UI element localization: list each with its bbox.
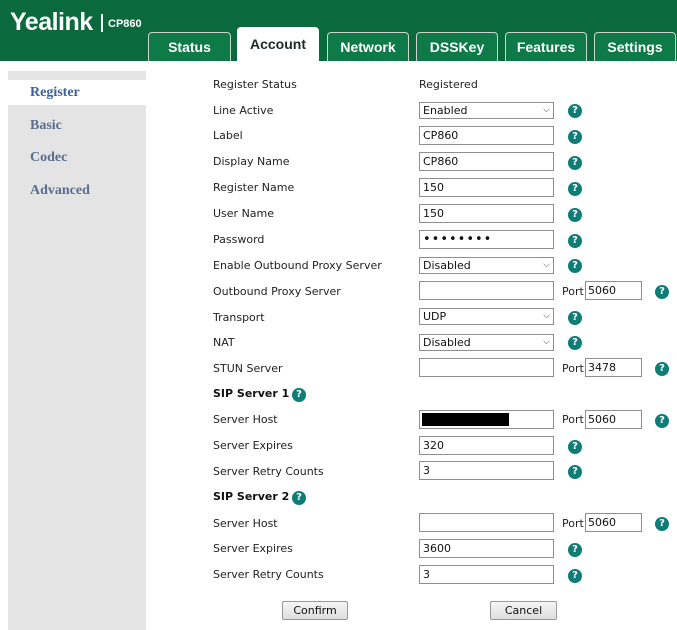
display-name-input[interactable]: CP860 [419, 152, 554, 171]
chevron-down-icon: ⌵ [543, 260, 550, 270]
tab-settings[interactable]: Settings [594, 32, 676, 61]
user-name-input[interactable]: 150 [419, 204, 554, 223]
sip2-host-input[interactable] [419, 513, 554, 532]
help-icon[interactable]: ? [568, 465, 582, 479]
sip-server-2-title: SIP Server 2 [213, 490, 290, 503]
confirm-button[interactable]: Confirm [282, 601, 348, 620]
sip2-port-input[interactable]: 5060 [585, 513, 642, 532]
register-status-label: Register Status [213, 78, 297, 91]
help-icon[interactable]: ? [292, 388, 306, 402]
help-icon[interactable]: ? [568, 156, 582, 170]
stun-server-input[interactable] [419, 358, 554, 377]
line-active-label: Line Active [213, 104, 274, 117]
logo-divider [101, 14, 103, 32]
help-icon[interactable]: ? [568, 569, 582, 583]
register-name-label: Register Name [213, 181, 295, 194]
sip2-retry-input[interactable]: 3 [419, 565, 554, 584]
help-icon[interactable]: ? [568, 182, 582, 196]
sip2-retry-label: Server Retry Counts [213, 568, 324, 581]
sip1-retry-label: Server Retry Counts [213, 465, 324, 478]
sip1-expires-label: Server Expires [213, 439, 293, 452]
redaction-bar [422, 413, 509, 426]
register-name-input[interactable]: 150 [419, 178, 554, 197]
transport-label: Transport [213, 311, 265, 324]
outbound-proxy-enable-label: Enable Outbound Proxy Server [213, 259, 382, 272]
outbound-proxy-port-input[interactable]: 5060 [585, 281, 642, 300]
sip1-host-label: Server Host [213, 413, 278, 426]
brand-logo: Yealink [10, 8, 93, 36]
sip-server-1-title: SIP Server 1 [213, 387, 290, 400]
outbound-proxy-server-label: Outbound Proxy Server [213, 285, 341, 298]
help-icon[interactable]: ? [568, 208, 582, 222]
sip1-retry-input[interactable]: 3 [419, 461, 554, 480]
help-icon[interactable]: ? [655, 517, 669, 531]
sip1-port-label: Port [562, 413, 584, 426]
top-header: Yealink CP860 Status Account Network DSS… [0, 0, 677, 61]
password-input[interactable]: •••••••• [419, 230, 554, 249]
help-icon[interactable]: ? [568, 311, 582, 325]
nav-item-advanced[interactable]: Advanced [8, 178, 146, 203]
nat-value: Disabled [423, 336, 471, 349]
help-icon[interactable]: ? [568, 543, 582, 557]
nav-item-basic[interactable]: Basic [8, 113, 146, 138]
help-icon[interactable]: ? [568, 130, 582, 144]
help-icon[interactable]: ? [568, 104, 582, 118]
transport-select[interactable]: UDP ⌵ [419, 308, 554, 325]
label-input[interactable]: CP860 [419, 126, 554, 145]
tab-dsskey[interactable]: DSSKey [416, 32, 498, 61]
tab-network[interactable]: Network [327, 32, 409, 61]
nat-label: NAT [213, 336, 235, 349]
outbound-proxy-server-input[interactable] [419, 281, 554, 300]
line-active-select[interactable]: Enabled ⌵ [419, 102, 554, 119]
cancel-button[interactable]: Cancel [490, 601, 557, 620]
outbound-proxy-enable-select[interactable]: Disabled ⌵ [419, 257, 554, 274]
outbound-proxy-enable-value: Disabled [423, 259, 471, 272]
sip2-expires-input[interactable]: 3600 [419, 539, 554, 558]
help-icon[interactable]: ? [568, 234, 582, 248]
user-name-label: User Name [213, 207, 275, 220]
tab-account[interactable]: Account [237, 27, 319, 61]
nat-select[interactable]: Disabled ⌵ [419, 334, 554, 351]
sip1-port-input[interactable]: 5060 [585, 410, 642, 429]
stun-server-label: STUN Server [213, 362, 283, 375]
sip1-expires-input[interactable]: 320 [419, 436, 554, 455]
stun-port-input[interactable]: 3478 [585, 358, 642, 377]
help-icon[interactable]: ? [655, 285, 669, 299]
help-icon[interactable]: ? [568, 336, 582, 350]
label-label: Label [213, 129, 243, 142]
tab-features[interactable]: Features [505, 32, 587, 61]
register-status-value: Registered [419, 78, 478, 91]
model-name: CP860 [108, 18, 142, 30]
line-active-value: Enabled [423, 104, 468, 117]
help-icon[interactable]: ? [568, 259, 582, 273]
sip2-expires-label: Server Expires [213, 542, 293, 555]
transport-value: UDP [423, 310, 447, 323]
tab-status[interactable]: Status [148, 32, 231, 61]
nav-item-register[interactable]: Register [8, 80, 146, 105]
chevron-down-icon: ⌵ [543, 105, 550, 115]
chevron-down-icon: ⌵ [543, 337, 550, 347]
password-label: Password [213, 233, 265, 246]
help-icon[interactable]: ? [655, 414, 669, 428]
sip2-port-label: Port [562, 517, 584, 530]
help-icon[interactable]: ? [292, 491, 306, 505]
help-icon[interactable]: ? [655, 362, 669, 376]
chevron-down-icon: ⌵ [543, 311, 550, 321]
stun-port-label: Port [562, 362, 584, 375]
sip2-host-label: Server Host [213, 517, 278, 530]
nav-item-codec[interactable]: Codec [8, 145, 146, 170]
outbound-proxy-port-label: Port [562, 285, 584, 298]
display-name-label: Display Name [213, 155, 290, 168]
help-icon[interactable]: ? [568, 440, 582, 454]
left-nav: Register Basic Codec Advanced [8, 71, 146, 630]
